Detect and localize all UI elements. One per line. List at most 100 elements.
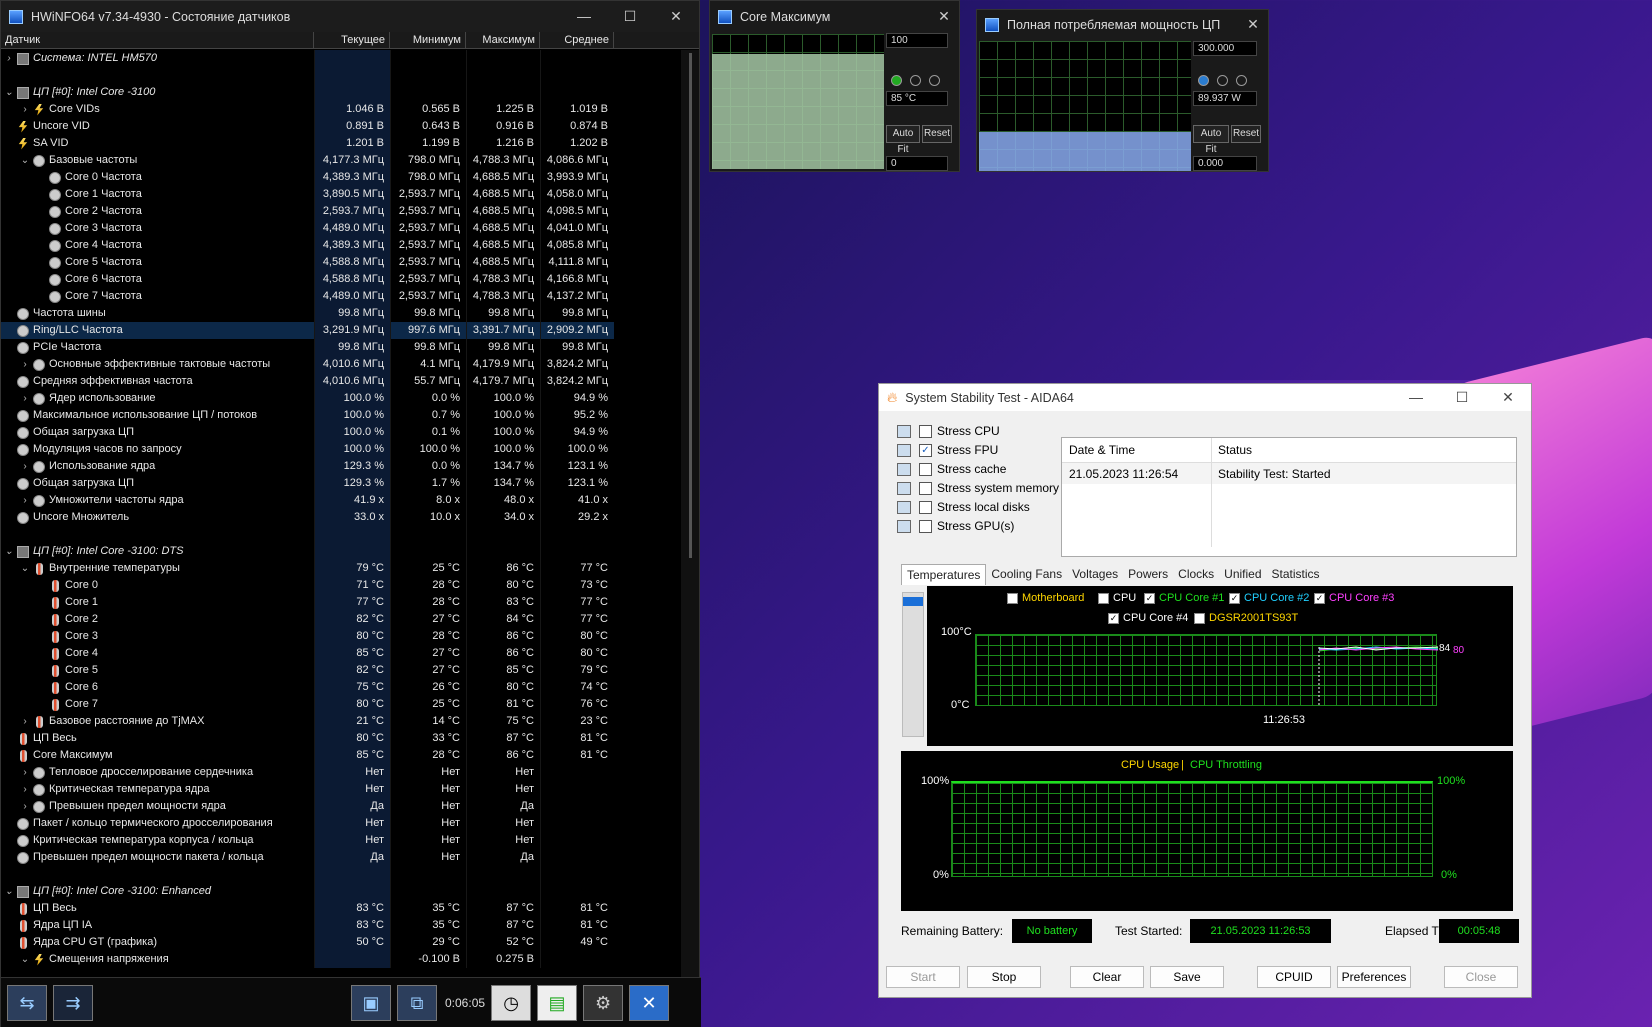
expand-chevron-icon[interactable]: ⌄ — [1, 543, 17, 560]
sensor-row[interactable]: ЦП Весь 83 °C 35 °C 87 °C 81 °C — [1, 900, 614, 917]
sensor-row[interactable]: ⌄ Базовые частоты 4,177.3 МГц 798.0 МГц 4,78… — [1, 152, 614, 169]
expand-chevron-icon[interactable]: › — [17, 390, 33, 407]
sensor-row[interactable]: Общая загрузка ЦП 129.3 % 1.7 % 134.7 % 123.… — [1, 475, 614, 492]
log-row[interactable]: 21.05.2023 11:26:54 Stability Test: Start… — [1062, 463, 1516, 484]
radio-2[interactable] — [1217, 75, 1228, 86]
sensor-row[interactable]: Core 2 82 °C 27 °C 84 °C 77 °C — [1, 611, 614, 628]
expand-chevron-icon[interactable]: › — [17, 458, 33, 475]
core-max-top-field[interactable]: 100 — [886, 33, 948, 48]
sensor-row[interactable] — [1, 67, 614, 84]
tab-clocks[interactable]: Clocks — [1173, 564, 1219, 585]
sensor-row[interactable]: Средняя эффективная частота 4,010.6 МГц 55… — [1, 373, 614, 390]
sensor-row[interactable]: Core 3 80 °C 28 °C 86 °C 80 °C — [1, 628, 614, 645]
legend-item[interactable]: Motherboard — [1007, 592, 1084, 604]
sensor-row[interactable]: Core 2 Частота 2,593.7 МГц 2,593.7 МГц 4,68… — [1, 203, 614, 220]
col-current[interactable]: Текущее — [314, 32, 390, 48]
sensor-row[interactable]: › Основные эффективные тактовые частоты 4,… — [1, 356, 614, 373]
power-titlebar[interactable]: Полная потребляемая мощность ЦП ✕ — [977, 10, 1268, 39]
tab-cooling-fans[interactable]: Cooling Fans — [986, 564, 1067, 585]
power-bottom-field[interactable]: 0.000 — [1193, 156, 1257, 171]
stress-option[interactable]: Stress local disks — [897, 497, 1030, 517]
tab-temperatures[interactable]: Temperatures — [901, 564, 987, 585]
clock-reset-icon[interactable]: ◷ — [491, 985, 532, 1021]
sensor-row[interactable]: › Критическая температура ядра Нет Нет Нет — [1, 781, 614, 798]
close-button[interactable]: Close — [1444, 966, 1518, 988]
radio-1[interactable] — [1198, 75, 1209, 86]
checkbox[interactable] — [919, 500, 932, 514]
legend-item[interactable]: ✓ CPU Core #4 — [1108, 612, 1188, 624]
sensor-row[interactable]: › Core VIDs 1.046 В 0.565 В 1.225 В 1.019 В — [1, 101, 614, 118]
expand-chevron-icon[interactable]: › — [1, 50, 17, 67]
sensor-row[interactable]: Uncore VID 0.891 В 0.643 В 0.916 В 0.874 В — [1, 118, 614, 135]
sensor-row[interactable]: ⌄ ЦП [#0]: Intel Core -3100 — [1, 84, 614, 101]
sensor-row[interactable]: ⌄ ЦП [#0]: Intel Core -3100: DTS — [1, 543, 614, 560]
expand-chevron-icon[interactable]: › — [17, 798, 33, 815]
legend-item[interactable]: ✓ CPU Core #2 — [1229, 592, 1309, 604]
power-top-field[interactable]: 300.000 — [1193, 41, 1257, 56]
sensor-row[interactable]: ⌄ Внутренние температуры 79 °C 25 °C 86 °C 77… — [1, 560, 614, 577]
core-max-current-field[interactable]: 85 °C — [886, 91, 948, 106]
sensor-row[interactable]: Uncore Множитель 33.0 x 10.0 x 34.0 x 29.2 x — [1, 509, 614, 526]
expand-chevron-icon[interactable]: › — [17, 764, 33, 781]
close-icon[interactable]: ✕ — [1238, 16, 1268, 33]
maximize-icon[interactable]: ☐ — [1439, 389, 1485, 406]
auto-fit-button[interactable]: Auto Fit — [886, 125, 920, 155]
minimize-icon[interactable]: — — [561, 8, 607, 25]
legend-item[interactable]: ✓ CPU Core #3 — [1314, 592, 1394, 604]
sensor-row[interactable]: SA VID 1.201 В 1.199 В 1.216 В 1.202 В — [1, 135, 614, 152]
expand-chevron-icon[interactable]: › — [17, 101, 33, 118]
sensor-row[interactable]: Core 5 82 °C 27 °C 85 °C 79 °C — [1, 662, 614, 679]
log-file-icon[interactable]: ▤ — [537, 985, 578, 1021]
radio-3[interactable] — [929, 75, 940, 86]
legend-checkbox[interactable] — [1098, 592, 1109, 604]
sensor-row[interactable]: Превышен предел мощности пакета / кольца… — [1, 849, 614, 866]
reset-button[interactable]: Reset — [1231, 125, 1261, 143]
reset-button[interactable]: Reset — [922, 125, 952, 143]
sensor-row[interactable]: Модуляция часов по запросу 100.0 % 100.0 %… — [1, 441, 614, 458]
sensor-row[interactable]: Core 0 71 °C 28 °C 80 °C 73 °C — [1, 577, 614, 594]
cpuid-button[interactable]: CPUID — [1257, 966, 1331, 988]
tab-powers[interactable]: Powers — [1123, 564, 1173, 585]
sensor-row[interactable]: Частота шины 99.8 МГц 99.8 МГц 99.8 МГц 99.8… — [1, 305, 614, 322]
save-button[interactable]: Save — [1150, 966, 1224, 988]
power-current-field[interactable]: 89.937 W — [1193, 91, 1257, 106]
radio-1[interactable] — [891, 75, 902, 86]
checkbox[interactable] — [919, 462, 932, 476]
stress-option[interactable]: Stress CPU — [897, 421, 1000, 441]
legend-checkbox[interactable]: ✓ — [1314, 592, 1325, 604]
sensor-row[interactable]: Core 1 Частота 3,890.5 МГц 2,593.7 МГц 4,68… — [1, 186, 614, 203]
stress-option[interactable]: ✓ Stress FPU — [897, 440, 998, 460]
start-button[interactable]: Start — [886, 966, 960, 988]
expand-chevron-icon[interactable]: ⌄ — [17, 560, 33, 577]
auto-fit-button[interactable]: Auto Fit — [1193, 125, 1229, 155]
sensor-row[interactable]: Core 4 85 °C 27 °C 86 °C 80 °C — [1, 645, 614, 662]
checkbox[interactable] — [919, 424, 932, 438]
col-avg[interactable]: Среднее — [540, 32, 614, 48]
sensor-row[interactable]: Core 0 Частота 4,389.3 МГц 798.0 МГц 4,688.… — [1, 169, 614, 186]
sensor-row[interactable]: ⌄ ЦП [#0]: Intel Core -3100: Enhanced — [1, 883, 614, 900]
legend-checkbox[interactable]: ✓ — [1229, 592, 1240, 604]
sensor-row[interactable]: › Умножители частоты ядра 41.9 x 8.0 x 48.0 … — [1, 492, 614, 509]
settings-gear-icon[interactable]: ⚙ — [583, 985, 624, 1021]
expand-chevron-icon[interactable]: › — [17, 713, 33, 730]
scrollbar-thumb[interactable] — [689, 53, 692, 558]
sensor-row[interactable]: › Использование ядра 129.3 % 0.0 % 134.7 % 12… — [1, 458, 614, 475]
sensor-row[interactable]: Критическая температура корпуса / кольца… — [1, 832, 614, 849]
sensor-row[interactable]: Core 7 Частота 4,489.0 МГц 2,593.7 МГц 4,78… — [1, 288, 614, 305]
sensor-row[interactable] — [1, 866, 614, 883]
expand-chevron-icon[interactable]: ⌄ — [1, 84, 17, 101]
expand-chevron-icon[interactable]: › — [17, 781, 33, 798]
hwinfo-titlebar[interactable]: HWiNFO64 v7.34-4930 - Состояние датчиков… — [1, 1, 699, 32]
network-icon[interactable]: ▣ — [351, 985, 391, 1021]
legend-item[interactable]: CPU — [1098, 592, 1136, 604]
legend-item[interactable]: ✓ CPU Core #1 — [1144, 592, 1224, 604]
col-sensor[interactable]: Датчик — [1, 32, 314, 48]
scrollbar[interactable] — [681, 50, 699, 977]
stress-option[interactable]: Stress system memory — [897, 478, 1059, 498]
sensor-row[interactable]: › Превышен предел мощности ядра Да Нет Да — [1, 798, 614, 815]
expand-chevron-icon[interactable]: ⌄ — [1, 883, 17, 900]
close-x-icon[interactable]: ✕ — [629, 985, 670, 1021]
col-min[interactable]: Минимум — [390, 32, 466, 48]
temp-scroll[interactable] — [902, 592, 924, 737]
sensor-row[interactable]: Core Максимум 85 °C 28 °C 86 °C 81 °C — [1, 747, 614, 764]
